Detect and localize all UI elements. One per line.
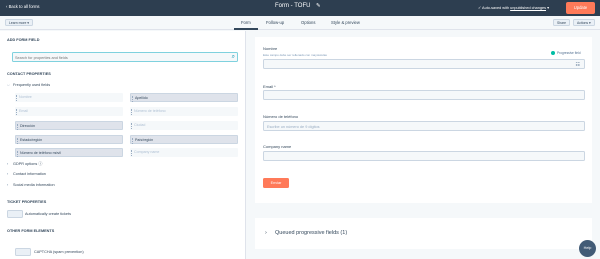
property-label: Dirección bbox=[20, 124, 35, 128]
email-input[interactable] bbox=[263, 90, 585, 100]
drag-handle-icon[interactable] bbox=[132, 137, 133, 144]
property-item[interactable]: Company name bbox=[130, 148, 238, 157]
property-label: Número de teléfono bbox=[134, 109, 166, 113]
drag-handle-icon[interactable] bbox=[17, 137, 18, 144]
property-label: Número de teléfono móvil bbox=[20, 151, 61, 155]
property-item[interactable]: Email bbox=[15, 107, 123, 116]
active-tab-indicator bbox=[234, 28, 258, 30]
nombre-input[interactable]: ☷ bbox=[263, 59, 585, 69]
property-label: Company name bbox=[134, 150, 160, 154]
progressive-dot-icon bbox=[551, 51, 555, 56]
other-form-elements-heading: OTHER FORM ELEMENTS bbox=[7, 229, 55, 233]
captcha-toggle[interactable] bbox=[15, 248, 31, 256]
property-item[interactable]: Número de teléfono móvil bbox=[15, 148, 123, 157]
property-search[interactable]: ⌕ bbox=[12, 52, 238, 62]
company-name-input[interactable] bbox=[263, 151, 585, 161]
add-form-field-heading: ADD FORM FIELD bbox=[7, 38, 40, 42]
property-item[interactable]: Número de teléfono bbox=[130, 107, 238, 116]
update-button[interactable]: Update bbox=[566, 2, 595, 14]
property-label: Apellido bbox=[135, 96, 148, 100]
auto-tickets-toggle[interactable] bbox=[7, 210, 23, 218]
property-item[interactable]: Nombre bbox=[15, 93, 123, 102]
phone-placeholder: Escribe un número de 9 dígitos bbox=[267, 124, 320, 129]
autosave-status: ✓ Auto-saved with unpublished changes ▾ bbox=[478, 5, 549, 10]
pencil-icon[interactable]: ✎ bbox=[316, 3, 321, 9]
info-icon[interactable]: ⓘ bbox=[38, 161, 42, 166]
drag-handle-icon[interactable] bbox=[17, 123, 18, 130]
queued-progressive-fields[interactable]: › Queued progressive fields (1) bbox=[255, 218, 592, 249]
drag-handle-icon[interactable] bbox=[17, 150, 18, 157]
drag-handle-icon[interactable] bbox=[16, 108, 17, 115]
check-icon: ✓ bbox=[478, 5, 482, 10]
captcha-label: CAPTCHA (spam prevention) bbox=[34, 250, 84, 254]
frequently-used-label: Frequently used fields bbox=[13, 83, 51, 87]
autosave-prefix: Auto-saved with bbox=[482, 5, 510, 10]
ticket-properties-heading: TICKET PROPERTIES bbox=[7, 200, 47, 204]
unpublished-changes-link[interactable]: unpublished changes bbox=[510, 6, 546, 10]
drag-handle-icon[interactable] bbox=[131, 149, 132, 156]
search-icon[interactable]: ⌕ bbox=[232, 54, 235, 61]
back-to-forms-link[interactable]: ‹ Back to all forms bbox=[6, 4, 40, 9]
property-label: Nombre bbox=[19, 95, 32, 99]
gdpr-options-toggle[interactable]: › GDPR options ⓘ bbox=[7, 161, 42, 167]
contact-information-toggle[interactable]: › Contact information bbox=[7, 172, 46, 176]
tab-options[interactable]: Options bbox=[301, 20, 315, 25]
gdpr-label: GDPR options bbox=[13, 162, 38, 166]
frequently-used-toggle[interactable]: ⌵ Frequently used fields bbox=[7, 83, 50, 87]
field-label-email[interactable]: Email * bbox=[263, 84, 276, 89]
submit-button[interactable]: Enviar bbox=[263, 178, 289, 188]
property-item[interactable]: Apellido bbox=[130, 93, 238, 102]
chevron-left-icon: ‹ bbox=[6, 4, 8, 9]
property-label: Ciudad bbox=[134, 123, 146, 127]
share-button[interactable]: Share bbox=[553, 19, 571, 26]
tab-form[interactable]: Form bbox=[241, 20, 251, 25]
contact-info-label: Contact information bbox=[13, 172, 46, 176]
learn-more-dropdown[interactable]: Learn more ▾ bbox=[5, 19, 33, 26]
back-label: Back to all forms bbox=[8, 4, 40, 9]
form-preview-area: Progressive field Nombre Este campo debe… bbox=[247, 31, 600, 259]
drag-handle-icon[interactable] bbox=[132, 95, 133, 102]
search-input[interactable] bbox=[15, 54, 215, 62]
help-button[interactable]: Help bbox=[579, 240, 596, 257]
property-item[interactable]: Ciudad bbox=[130, 121, 238, 130]
field-label-phone[interactable]: Número de teléfono bbox=[263, 114, 298, 119]
field-label-company[interactable]: Company name bbox=[263, 144, 291, 149]
auto-tickets-label: Automatically create tickets bbox=[25, 212, 72, 216]
property-label: Estado/región bbox=[20, 138, 43, 142]
drag-handle-icon[interactable] bbox=[131, 108, 132, 115]
editor-tab-bar: Learn more ▾ Form Follow-up Options Styl… bbox=[0, 16, 600, 30]
caret-down-icon[interactable]: ▾ bbox=[547, 6, 549, 10]
progressive-field-indicator: Progressive field bbox=[551, 51, 581, 56]
social-media-toggle[interactable]: › Social media information bbox=[7, 183, 55, 187]
actions-dropdown[interactable]: Actions ▾ bbox=[573, 19, 595, 26]
property-item[interactable]: Estado/región bbox=[15, 135, 123, 144]
phone-input[interactable]: Escribe un número de 9 dígitos bbox=[263, 121, 585, 131]
add-form-field-panel: ADD FORM FIELD ⌕ CONTACT PROPERTIES ⌵Fre… bbox=[0, 31, 246, 259]
progressive-label: Progressive field bbox=[557, 51, 581, 55]
form-canvas: Progressive field Nombre Este campo debe… bbox=[255, 37, 592, 203]
contact-card-icon: ☷ bbox=[575, 61, 580, 68]
field-help-nombre: Este campo debe ser rellenado con mayúsc… bbox=[263, 53, 327, 57]
drag-handle-icon[interactable] bbox=[131, 122, 132, 129]
top-header-bar: ‹ Back to all forms Form - TOFU ✎ ✓ Auto… bbox=[0, 0, 600, 16]
tab-follow-up[interactable]: Follow-up bbox=[266, 20, 284, 25]
queued-label: Queued progressive fields (1) bbox=[275, 230, 348, 236]
form-title[interactable]: Form - TOFU bbox=[275, 3, 310, 9]
property-label: Email bbox=[19, 109, 28, 113]
property-item[interactable]: Dirección bbox=[15, 121, 123, 130]
contact-properties-heading: CONTACT PROPERTIES bbox=[7, 72, 51, 76]
drag-handle-icon[interactable] bbox=[16, 94, 17, 101]
field-label-nombre[interactable]: Nombre bbox=[263, 46, 277, 51]
chevron-right-icon: › bbox=[265, 230, 267, 236]
tab-style-preview[interactable]: Style & preview bbox=[331, 20, 360, 25]
property-item[interactable]: País/región bbox=[130, 135, 238, 144]
property-label: País/región bbox=[135, 138, 154, 142]
social-media-label: Social media information bbox=[13, 183, 55, 187]
